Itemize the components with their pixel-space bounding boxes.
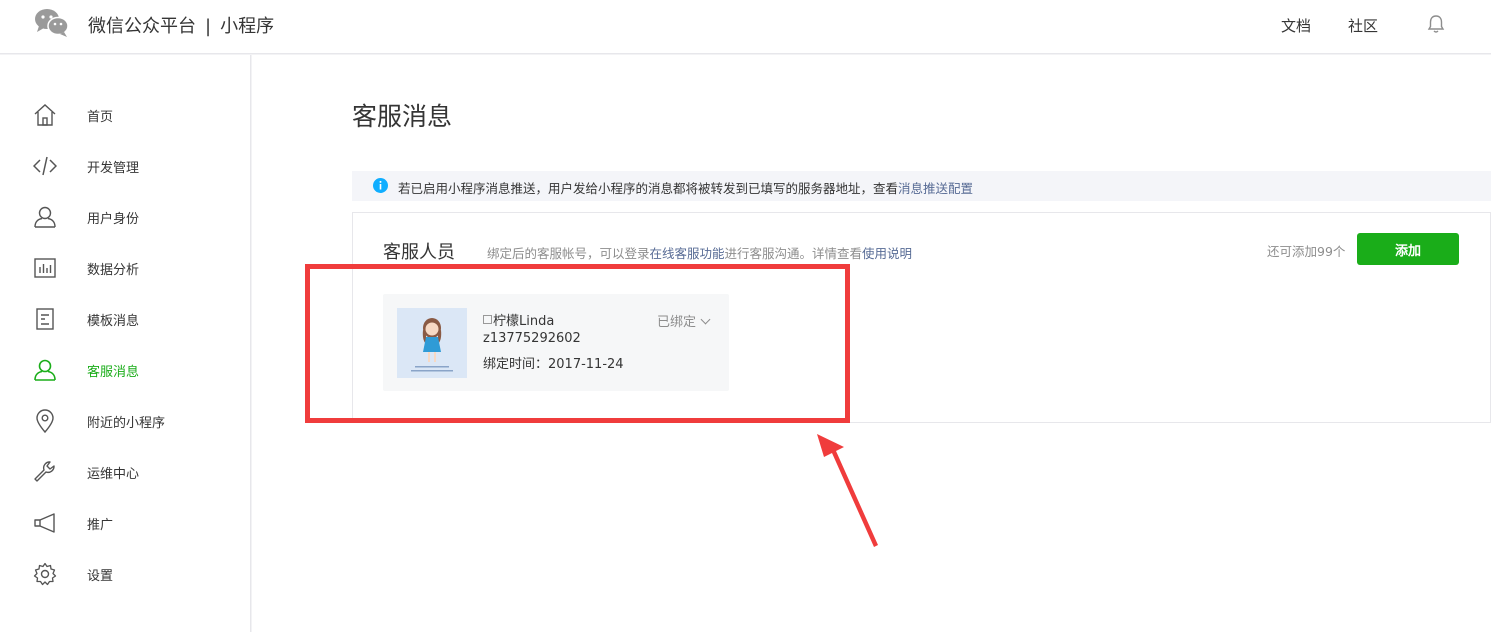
sidebar-item-label: 推广 [87, 518, 114, 533]
megaphone-icon [34, 513, 55, 533]
quota-text: 还可添加99个 [1267, 244, 1346, 259]
sidebar-item-label: 用户身份 [87, 212, 140, 227]
sidebar-item-label: 设置 [87, 569, 114, 584]
wechat-logo-icon[interactable] [34, 8, 70, 38]
home-icon [34, 104, 56, 126]
staff-card[interactable]: 柠檬Linda z13775292602 绑定时间：2017-11-24 已绑定 [383, 294, 729, 391]
page-title: 客服消息 [352, 102, 453, 131]
chart-icon [34, 258, 56, 278]
desc-prefix: 绑定后的客服帐号，可以登录 [487, 246, 650, 261]
sidebar-item-label: 开发管理 [87, 161, 140, 176]
push-config-link[interactable]: 消息推送配置 [898, 181, 973, 196]
product-name: 小程序 [220, 16, 275, 37]
location-icon [36, 409, 54, 433]
wrench-icon [34, 461, 55, 482]
code-icon [33, 156, 57, 176]
notification-bell-icon[interactable] [1426, 14, 1446, 34]
notice-text: 若已启用小程序消息推送，用户发给小程序的消息都将被转发到已填写的服务器地址，查看 [398, 181, 899, 196]
bound-time-value: 2017-11-24 [548, 357, 624, 372]
sidebar-item-label: 数据分析 [87, 263, 140, 278]
sidebar-item-promotion[interactable]: 推广 [0, 498, 251, 549]
online-service-link[interactable]: 在线客服功能 [650, 246, 725, 261]
panel-title: 客服人员 [383, 242, 455, 263]
bind-status-label: 已绑定 [657, 315, 697, 330]
avatar-girl-illustration [397, 308, 467, 378]
sidebar-item-label: 附近的小程序 [87, 416, 166, 431]
bind-status-dropdown[interactable]: 已绑定 [657, 311, 711, 330]
sidebar-item-ops-center[interactable]: 运维中心 [0, 447, 251, 498]
community-link[interactable]: 社区 [1348, 15, 1378, 36]
customer-service-icon [34, 359, 56, 381]
sidebar-item-label: 客服消息 [87, 365, 140, 380]
brand-separator: | [205, 16, 212, 37]
sidebar-item-data-analysis[interactable]: 数据分析 [0, 243, 251, 294]
brand-title[interactable]: 微信公众平台 | 小程序 [88, 12, 274, 38]
staff-name-text: 柠檬Linda [493, 314, 555, 329]
notice-text-wrap: 若已启用小程序消息推送，用户发给小程序的消息都将被转发到已填写的服务器地址，查看… [398, 178, 973, 197]
usage-guide-link[interactable]: 使用说明 [862, 246, 912, 261]
staff-name: 柠檬Linda [483, 310, 554, 329]
avatar [397, 308, 467, 378]
sidebar-item-nearby[interactable]: 附近的小程序 [0, 396, 251, 447]
bound-time-label: 绑定时间： [483, 357, 549, 372]
sidebar-item-home[interactable]: 首页 [0, 90, 251, 141]
top-header: 微信公众平台 | 小程序 文档 社区 [0, 0, 1491, 54]
staff-bound-time: 绑定时间：2017-11-24 [483, 353, 624, 372]
chevron-down-icon [700, 314, 711, 325]
sidebar-item-label: 模板消息 [87, 314, 140, 329]
sidebar-nav: 首页 开发管理 用户身份 数据分析 模板消息 客服消息 附近的小程序 运维中心 … [0, 55, 251, 632]
main-content: 客服消息 若已启用小程序消息推送，用户发给小程序的消息都将被转发到已填写的服务器… [252, 55, 1491, 632]
emoji-placeholder-icon [483, 315, 492, 324]
info-icon [373, 178, 388, 193]
panel-description: 绑定后的客服帐号，可以登录在线客服功能进行客服沟通。详情查看使用说明 [487, 243, 912, 262]
sidebar-item-settings[interactable]: 设置 [0, 549, 251, 600]
sidebar-item-template-msg[interactable]: 模板消息 [0, 294, 251, 345]
sidebar-item-dev-manage[interactable]: 开发管理 [0, 141, 251, 192]
brand-name: 微信公众平台 [88, 16, 196, 37]
gear-icon [33, 562, 57, 586]
sidebar-item-user-identity[interactable]: 用户身份 [0, 192, 251, 243]
staff-panel: 客服人员 绑定后的客服帐号，可以登录在线客服功能进行客服沟通。详情查看使用说明 … [352, 212, 1491, 423]
staff-account: z13775292602 [483, 331, 581, 346]
add-staff-button[interactable]: 添加 [1357, 233, 1459, 265]
info-notice: 若已启用小程序消息推送，用户发给小程序的消息都将被转发到已填写的服务器地址，查看… [352, 171, 1491, 201]
sidebar-item-customer-service[interactable]: 客服消息 [0, 345, 251, 396]
desc-middle: 进行客服沟通。详情查看 [724, 246, 863, 261]
sidebar-item-label: 运维中心 [87, 467, 140, 482]
template-icon [36, 308, 54, 330]
user-icon [34, 206, 56, 228]
sidebar-item-label: 首页 [87, 110, 114, 125]
docs-link[interactable]: 文档 [1281, 15, 1311, 36]
